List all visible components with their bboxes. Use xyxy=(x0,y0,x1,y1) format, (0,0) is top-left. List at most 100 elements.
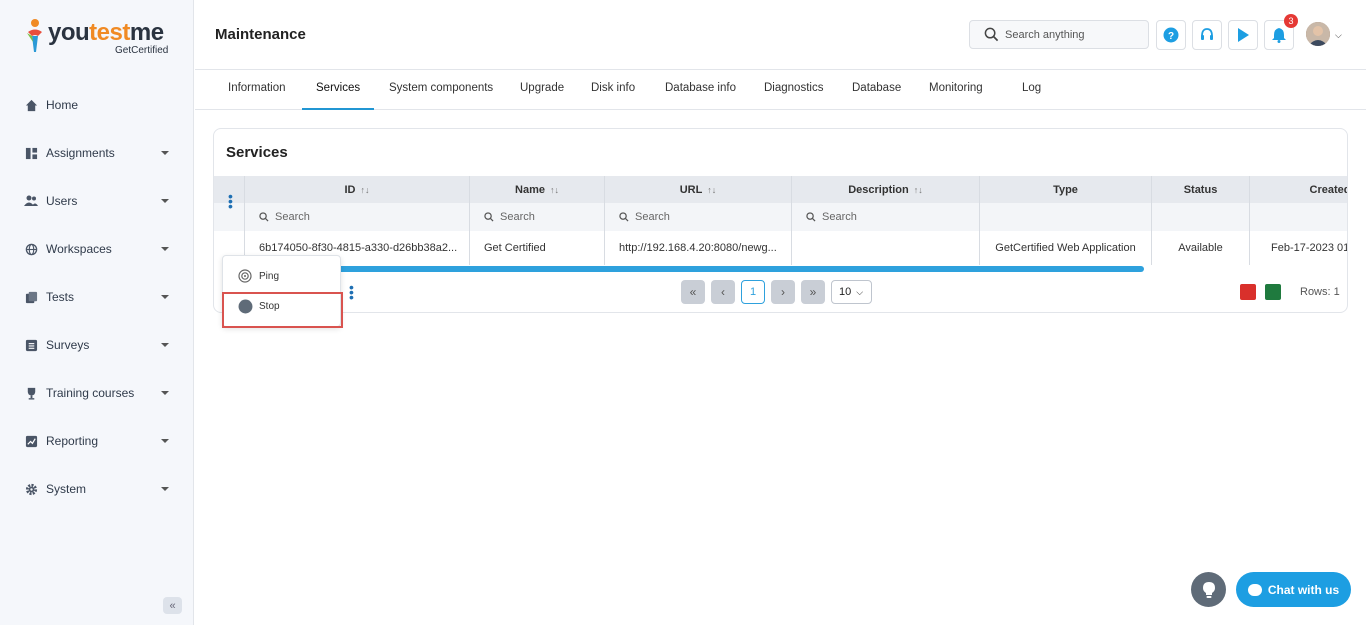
tab-diagnostics[interactable]: Diagnostics xyxy=(750,70,837,110)
support-button[interactable] xyxy=(1192,20,1222,50)
notifications-button[interactable]: 3 xyxy=(1264,14,1298,50)
column-header-id[interactable]: ID ↑↓ xyxy=(245,176,470,203)
first-page-button[interactable]: « xyxy=(681,280,705,304)
cell-name: Get Certified xyxy=(470,231,605,265)
name-search-input[interactable]: Search xyxy=(470,203,605,231)
cell-description xyxy=(792,231,980,265)
sidebar-item-label: System xyxy=(46,482,87,496)
page-title: Maintenance xyxy=(215,26,306,43)
column-header-description[interactable]: Description ↑↓ xyxy=(792,176,980,203)
row-actions-kebab-icon[interactable]: • • • xyxy=(228,189,233,213)
id-search-input[interactable]: Search xyxy=(245,203,470,231)
cell-created: Feb-17-2023 01: xyxy=(1271,242,1348,254)
sidebar-item-home[interactable]: Home xyxy=(0,81,194,129)
export-pdf-icon[interactable] xyxy=(1240,284,1256,300)
chevron-down-icon xyxy=(161,391,169,395)
headset-icon xyxy=(1201,28,1213,40)
chat-button[interactable]: Chat with us xyxy=(1236,572,1351,607)
chevron-down-icon[interactable]: ⌵ xyxy=(1335,30,1342,41)
filter-cell-status xyxy=(1152,203,1250,231)
global-search-input[interactable]: Search anything xyxy=(969,20,1149,49)
rows-count: Rows: 1 xyxy=(1300,286,1340,298)
sidebar-nav: Home Assignments Users Workspaces Tests … xyxy=(0,81,194,513)
assignments-icon xyxy=(24,146,38,160)
sidebar-item-training-courses[interactable]: Training courses xyxy=(0,369,194,417)
collapse-sidebar-button[interactable]: « xyxy=(163,597,182,614)
card-title: Services xyxy=(226,144,288,161)
sidebar-item-label: Surveys xyxy=(46,338,90,352)
column-header-url[interactable]: URL ↑↓ xyxy=(605,176,792,203)
sort-icon: ↑↓ xyxy=(707,184,717,195)
play-button[interactable] xyxy=(1228,20,1258,50)
tab-database-info[interactable]: Database info xyxy=(651,70,750,110)
last-page-button[interactable]: » xyxy=(801,280,825,304)
sort-icon: ↑↓ xyxy=(913,184,923,195)
description-search-input[interactable]: Search xyxy=(792,203,980,231)
table-row[interactable]: 6b174050-8f30-4815-a330-d26bb38a2... Get… xyxy=(214,231,1348,265)
chat-bubble-icon xyxy=(1247,583,1262,596)
tab-services[interactable]: Services xyxy=(302,70,375,110)
gear-icon xyxy=(24,482,38,496)
column-header-status[interactable]: Status xyxy=(1152,176,1250,203)
sidebar-item-assignments[interactable]: Assignments xyxy=(0,129,194,177)
notification-badge: 3 xyxy=(1284,14,1298,28)
tab-log[interactable]: Log xyxy=(1008,70,1055,110)
ping-menu-item[interactable]: Ping xyxy=(223,261,340,291)
logo-mark-icon xyxy=(24,18,46,54)
sidebar-item-label: Users xyxy=(46,194,78,208)
chevron-down-icon xyxy=(161,247,169,251)
chevron-down-icon xyxy=(161,487,169,491)
chevron-down-icon xyxy=(161,343,169,347)
tab-disk-info[interactable]: Disk info xyxy=(577,70,649,110)
sidebar-item-workspaces[interactable]: Workspaces xyxy=(0,225,194,273)
logo-subtitle: GetCertified xyxy=(115,45,169,56)
logo[interactable]: youtestme GetCertified xyxy=(24,18,168,58)
horizontal-scrollbar[interactable] xyxy=(224,266,1144,272)
tab-database[interactable]: Database xyxy=(838,70,915,110)
tab-system-components[interactable]: System components xyxy=(375,70,507,110)
ping-label: Ping xyxy=(259,270,280,282)
cell-type: GetCertified Web Application xyxy=(980,231,1152,265)
cell-url: http://192.168.4.20:8080/newg... xyxy=(605,231,792,265)
column-header-name[interactable]: Name ↑↓ xyxy=(470,176,605,203)
sort-icon: ↑↓ xyxy=(360,184,370,195)
ping-icon xyxy=(237,268,253,284)
highlight-box xyxy=(222,292,343,328)
sidebar-item-surveys[interactable]: Surveys xyxy=(0,321,194,369)
sidebar: youtestme GetCertified Home Assignments … xyxy=(0,0,194,625)
tab-upgrade[interactable]: Upgrade xyxy=(506,70,578,110)
search-placeholder: Search anything xyxy=(1005,28,1085,41)
sort-icon: ↑↓ xyxy=(549,184,559,195)
column-header-type[interactable]: Type xyxy=(980,176,1152,203)
help-button[interactable]: ? xyxy=(1156,20,1186,50)
export-excel-icon[interactable] xyxy=(1265,284,1281,300)
reporting-icon xyxy=(24,434,38,448)
tab-information[interactable]: Information xyxy=(214,70,300,110)
svg-text:?: ? xyxy=(1168,31,1174,42)
sidebar-item-reporting[interactable]: Reporting xyxy=(0,417,194,465)
current-page-button[interactable]: 1 xyxy=(741,280,765,304)
chevron-down-icon xyxy=(161,151,169,155)
sidebar-item-tests[interactable]: Tests xyxy=(0,273,194,321)
table-options-kebab-icon[interactable]: • • • xyxy=(349,280,354,304)
chevron-down-icon xyxy=(161,295,169,299)
column-header-created[interactable]: Created xyxy=(1250,176,1347,203)
chevron-down-icon xyxy=(161,439,169,443)
avatar[interactable] xyxy=(1306,22,1330,46)
url-search-input[interactable]: Search xyxy=(605,203,792,231)
sidebar-item-label: Home xyxy=(46,98,79,112)
filter-cell-created xyxy=(1250,203,1347,231)
next-page-button[interactable]: › xyxy=(771,280,795,304)
sidebar-item-users[interactable]: Users xyxy=(0,177,194,225)
tab-monitoring[interactable]: Monitoring xyxy=(915,70,997,110)
users-icon xyxy=(24,194,38,208)
previous-page-button[interactable]: ‹ xyxy=(711,280,735,304)
sidebar-item-system[interactable]: System xyxy=(0,465,194,513)
chevron-down-icon xyxy=(161,199,169,203)
search-icon xyxy=(259,212,269,222)
search-icon xyxy=(619,212,629,222)
tips-button[interactable] xyxy=(1191,572,1226,607)
tests-icon xyxy=(24,290,38,304)
sidebar-item-label: Tests xyxy=(46,290,75,304)
page-size-select[interactable]: 10 ⌵ xyxy=(831,280,872,304)
